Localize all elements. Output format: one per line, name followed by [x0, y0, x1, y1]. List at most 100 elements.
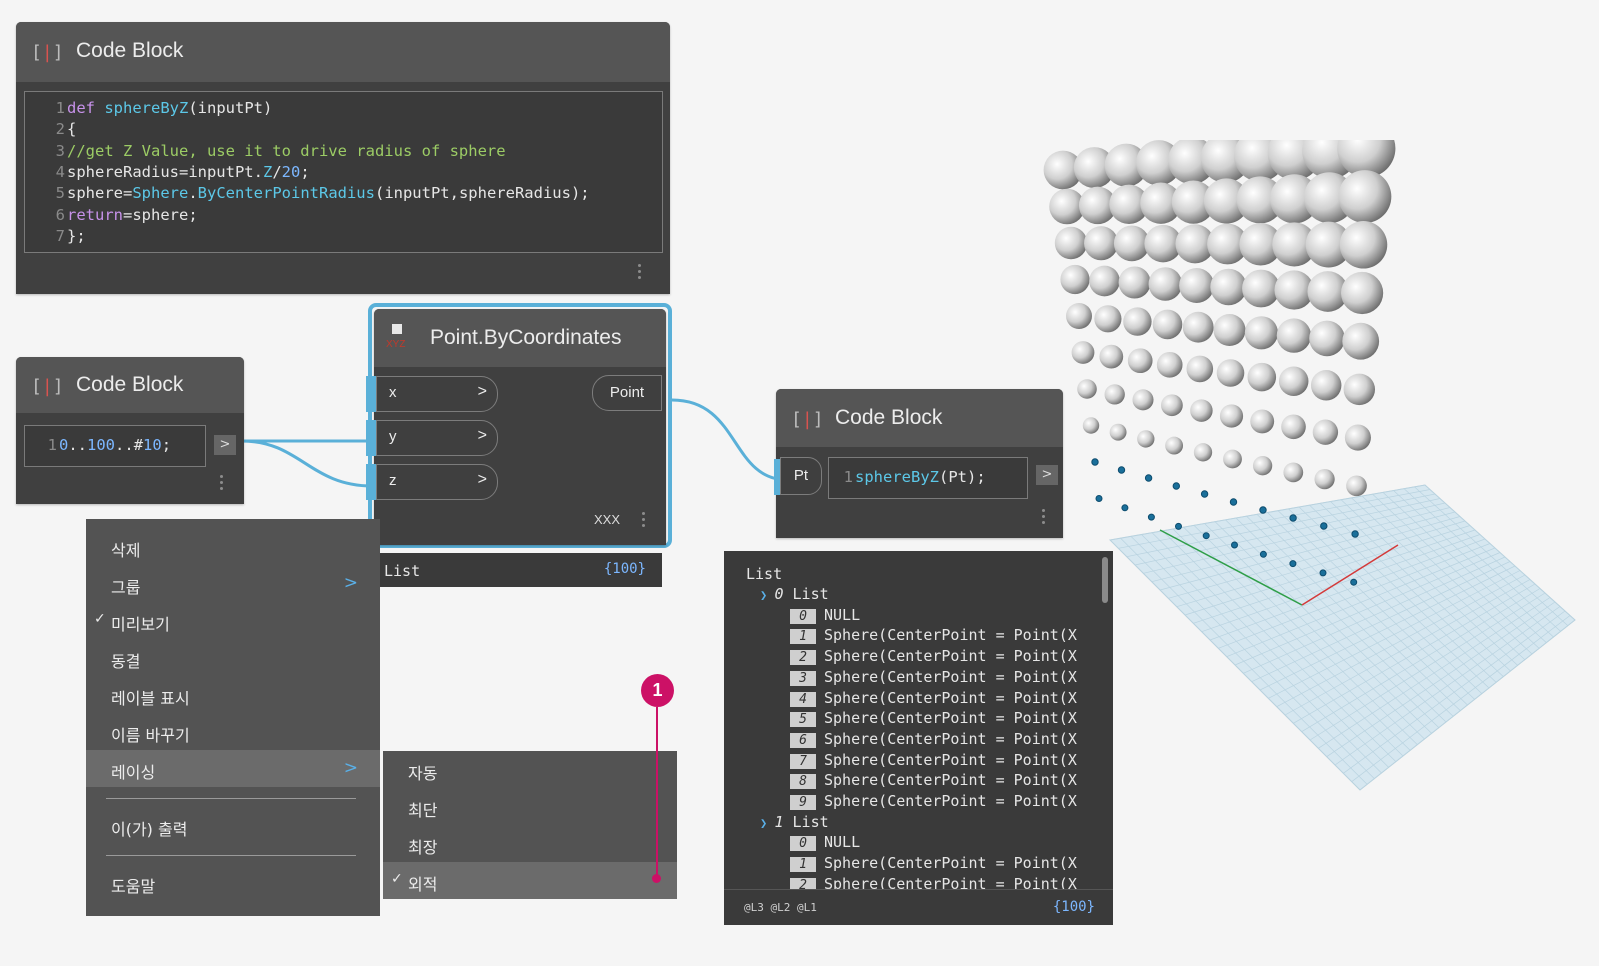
output-port-point[interactable]: Point — [592, 375, 662, 411]
sphere — [1247, 362, 1277, 392]
menu-item-label: 그룹 — [111, 578, 141, 597]
item-index: 0 — [790, 608, 816, 624]
code-token: Z — [262, 162, 273, 181]
sphere — [1117, 466, 1126, 474]
output-port[interactable]: > — [214, 435, 236, 455]
menu-item[interactable]: ✓ 미리보기 — [86, 602, 380, 639]
input-port-z[interactable]: z > — [376, 464, 498, 500]
chevron-right-icon: ❯ — [760, 588, 775, 602]
input-port-x[interactable]: x > — [376, 376, 498, 412]
code-block-call[interactable]: [|] Code Block Pt 1 sphereByZ(Pt); > — [774, 389, 1063, 538]
viewport-3d[interactable] — [1030, 140, 1599, 800]
sphere — [1342, 322, 1380, 360]
sphere — [1066, 303, 1092, 329]
item-index: 0 — [790, 836, 816, 852]
point-preview-bar[interactable]: List {100} — [380, 553, 662, 587]
menu-item-label: 최단 — [408, 801, 438, 820]
sphere — [1314, 468, 1335, 490]
code-token: .. — [68, 436, 88, 454]
sphere — [1319, 569, 1327, 577]
sphere — [1082, 417, 1100, 434]
menu-item-label: 삭제 — [111, 541, 141, 560]
menu-item[interactable]: 레이싱 > — [86, 750, 380, 787]
code-editor[interactable]: 1 0..100..#10; — [24, 425, 206, 467]
list-levels: @L3 @L2 @L1 — [744, 901, 817, 914]
item-index: 4 — [790, 691, 816, 707]
item-index: 9 — [790, 795, 816, 810]
menu-item[interactable]: 최장 — [383, 825, 677, 862]
code-editor[interactable]: 1 sphereByZ(Pt); — [828, 457, 1028, 499]
code-line: 7}; — [25, 227, 86, 248]
tree-row: List — [746, 565, 782, 585]
sphere — [1281, 414, 1306, 440]
code-token: . — [188, 184, 198, 203]
tree-row[interactable]: ❯ 0 List — [760, 585, 829, 605]
sphere — [1060, 264, 1090, 295]
sphere — [1309, 320, 1345, 357]
code-token: return — [67, 205, 123, 224]
code-token: (inputPt,sphereRadius); — [374, 184, 590, 203]
node-options-icon[interactable] — [220, 475, 224, 493]
menu-item[interactable]: 레이블 표시 — [86, 676, 380, 713]
node-options-icon[interactable] — [642, 512, 646, 530]
sphere — [1113, 225, 1150, 262]
item-value: Sphere(CenterPoint = Point(X — [824, 874, 1077, 889]
tree-row[interactable]: ❯ 1 List — [760, 813, 829, 833]
menu-item-label: 도움말 — [111, 877, 156, 896]
menu-item[interactable]: ✓ 외적 — [383, 862, 677, 899]
item-index: 8 — [790, 774, 816, 790]
menu-item-label: 레이싱 — [111, 763, 156, 782]
sphere — [1091, 458, 1099, 466]
sphere — [1252, 456, 1273, 476]
code-token: sphereByZ — [104, 99, 189, 117]
node-options-icon[interactable] — [638, 264, 642, 282]
code-token: Sphere — [132, 184, 189, 203]
code-line: 3//get Z Value, use it to drive radius o… — [25, 142, 506, 163]
list-root-label: List — [746, 565, 783, 583]
tree-row: 2 Sphere(CenterPoint = Point(X — [790, 875, 1077, 889]
item-value: NULL — [824, 833, 861, 852]
sphere — [1276, 318, 1312, 353]
menu-item[interactable]: 이름 바꾸기 — [86, 713, 380, 750]
callout-dot — [652, 874, 661, 883]
code-token: ByCenterPointRadius — [197, 184, 375, 203]
code-token: 10 — [143, 436, 162, 454]
code-token: }; — [67, 226, 86, 245]
code-token: =sphere; — [123, 205, 198, 224]
sphere — [1165, 436, 1184, 455]
input-port-y[interactable]: y > — [376, 420, 498, 456]
item-index: 2 — [790, 877, 816, 889]
point-by-coordinates-node[interactable]: XYZ Point.ByCoordinates x > y > z > Point X… — [366, 309, 666, 545]
menu-item[interactable]: 동결 — [86, 639, 380, 676]
sphere — [1341, 271, 1384, 315]
code-token: # — [133, 436, 144, 454]
code-token: def — [67, 99, 105, 117]
menu-item[interactable]: 도움말 — [86, 864, 380, 901]
item-value: Sphere(CenterPoint = Point(X — [824, 854, 1077, 873]
code-token: { — [67, 120, 77, 139]
code-line: 6 return=sphere; — [25, 206, 198, 227]
menu-item[interactable]: 자동 — [383, 751, 677, 788]
sphere — [1259, 550, 1267, 558]
point-node-icon — [392, 324, 402, 334]
code-block-sphere-function[interactable]: [|] Code Block 1 def sphereByZ(inputPt) 2{… — [16, 22, 670, 294]
preview-footer: @L3 @L2 @L1 {100} — [724, 889, 1113, 925]
input-port-pt[interactable]: Pt — [780, 457, 822, 495]
menu-item[interactable]: 그룹 > — [86, 565, 380, 602]
code-editor[interactable]: 1 def sphereByZ(inputPt) 2{3//get Z Value,… — [24, 91, 663, 253]
sphere — [1283, 462, 1304, 483]
code-block-range[interactable]: [|] Code Block 1 0..100..#10; > — [16, 357, 244, 504]
sphere — [1148, 267, 1183, 301]
item-index: 6 — [790, 732, 816, 748]
code-token: sphereByZ — [855, 468, 939, 486]
menu-item[interactable]: 삭제 — [86, 528, 380, 565]
item-index: 1 — [790, 857, 816, 873]
menu-item[interactable]: 최단 — [383, 788, 677, 825]
callout-line — [656, 707, 658, 877]
chevron-right-icon: ❯ — [760, 815, 775, 830]
sphere — [1095, 495, 1103, 502]
sphere — [1118, 266, 1151, 299]
menu-item[interactable]: 이(가) 출력 — [86, 807, 380, 844]
wire-point-to-pt — [671, 398, 789, 482]
